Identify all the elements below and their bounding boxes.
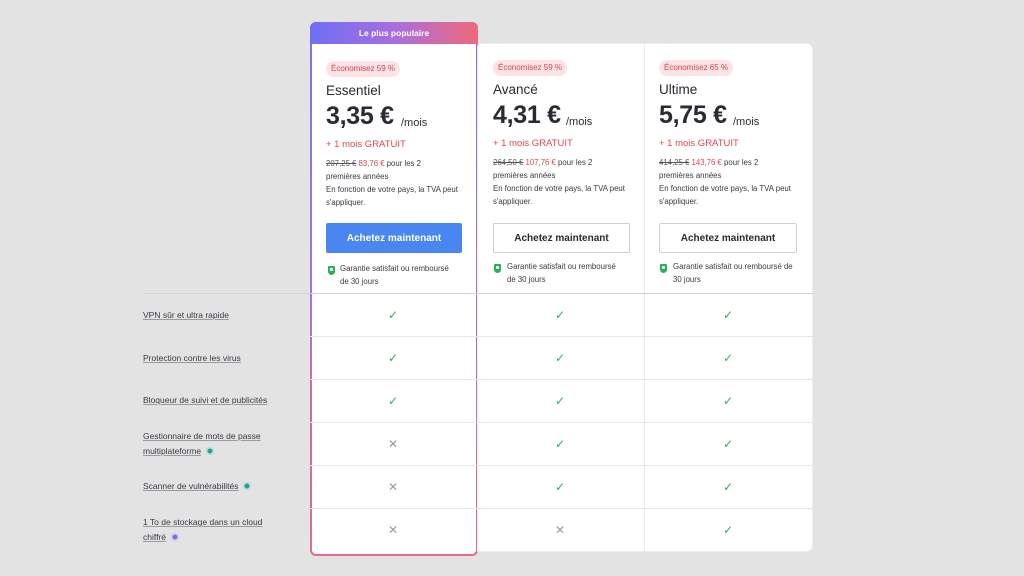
feature-label-antivirus[interactable]: Protection contre les virus <box>143 351 241 366</box>
feature-label-text: Bloqueur de suivi et de publicités <box>143 395 268 405</box>
free-month-offer: + 1 mois GRATUIT <box>326 139 406 150</box>
feature-label-text: 1 To de stockage dans un cloud <box>143 517 263 527</box>
vat-note-2: s'appliquer. <box>326 198 366 207</box>
period-text-2: premières années <box>493 171 556 180</box>
price-details: 264,50 € 107,76 € pour les 2 premières a… <box>493 156 641 208</box>
check-icon: ✓ <box>554 480 566 494</box>
plan-name: Ultime <box>659 82 698 97</box>
feature-label-text: Gestionnaire de mots de passe <box>143 431 261 441</box>
guarantee-text: Garantie satisfait ou remboursé de 30 jo… <box>507 261 642 286</box>
row-divider <box>143 379 813 380</box>
feature-label-text: Scanner de vulnérabilités <box>143 481 239 491</box>
plan-name: Essentiel <box>326 83 381 98</box>
cross-icon: ✕ <box>387 480 399 494</box>
period-text: pour les 2 <box>555 158 593 167</box>
row-divider <box>143 422 813 423</box>
price-details: 207,25 € 83,76 € pour les 2 premières an… <box>326 157 474 209</box>
row-divider <box>143 508 813 509</box>
plan-price: 4,31 € <box>493 101 561 129</box>
check-icon: ✓ <box>722 308 734 322</box>
price-period: /mois <box>566 116 593 128</box>
check-icon: ✓ <box>554 308 566 322</box>
guarantee-line-1: Garantie satisfait ou remboursé <box>340 264 449 273</box>
vat-note: En fonction de votre pays, la TVA peut <box>326 185 458 194</box>
plan-price: 3,35 € <box>326 102 394 130</box>
period-text-2: premières années <box>326 172 389 181</box>
guarantee-text: Garantie satisfait ou remboursé de 30 jo… <box>340 263 475 288</box>
feature-label-tracker-blocker[interactable]: Bloqueur de suivi et de publicités <box>143 393 267 408</box>
pricing-table: Le plus populaire Économisez 59 % Essent… <box>0 0 1024 576</box>
check-icon: ✓ <box>554 351 566 365</box>
old-price: 414,25 € <box>659 158 690 167</box>
feature-label-password-manager[interactable]: Gestionnaire de mots de passe multiplate… <box>143 429 261 459</box>
price-period: /mois <box>401 117 428 129</box>
check-icon: ✓ <box>387 394 399 408</box>
guarantee-line-2: 30 jours <box>673 274 701 284</box>
new-price: 83,76 € <box>358 159 385 168</box>
old-price: 264,50 € <box>493 158 524 167</box>
vat-note: En fonction de votre pays, la TVA peut <box>493 184 625 193</box>
vat-note-2: s'appliquer. <box>659 197 699 206</box>
free-month-offer: + 1 mois GRATUIT <box>493 138 573 149</box>
plan-card-essentiel: Le plus populaire Économisez 59 % Essent… <box>310 22 478 556</box>
vat-note: En fonction de votre pays, la TVA peut <box>659 184 791 193</box>
check-icon: ✓ <box>554 394 566 408</box>
cross-icon: ✕ <box>387 523 399 537</box>
vat-note-2: s'appliquer. <box>493 197 533 206</box>
period-text: pour les 2 <box>384 159 421 168</box>
check-icon: ✓ <box>722 351 734 365</box>
shield-icon <box>328 266 335 275</box>
feature-label-vpn[interactable]: VPN sûr et ultra rapide <box>143 308 229 323</box>
shield-icon <box>660 264 667 273</box>
savings-badge: Économisez 59 % <box>326 61 401 77</box>
savings-badge: Économisez 65 % <box>659 60 734 76</box>
old-price: 207,25 € <box>326 159 357 168</box>
row-divider <box>143 293 813 294</box>
feature-label-text: Protection contre les virus <box>143 353 241 363</box>
check-icon: ✓ <box>554 437 566 451</box>
plan-price: 5,75 € <box>659 101 727 129</box>
period-text-2: premières années <box>659 171 722 180</box>
most-popular-ribbon: Le plus populaire <box>310 22 478 44</box>
shield-icon <box>494 264 501 273</box>
info-icon[interactable] <box>243 481 252 490</box>
info-icon[interactable] <box>171 532 179 541</box>
guarantee-text: Garantie satisfait ou remboursé de 30 jo… <box>673 261 811 286</box>
check-icon: ✓ <box>722 480 734 494</box>
guarantee-line-1: Garantie satisfait ou remboursé <box>507 262 616 271</box>
cross-icon: ✕ <box>387 437 399 451</box>
guarantee-line-2: de 30 jours <box>340 276 379 286</box>
row-divider <box>143 465 813 466</box>
feature-label-text-2: multiplateforme <box>143 446 202 456</box>
new-price: 107,76 € <box>525 158 556 167</box>
plan-card-avance: Économisez 59 % Avancé 4,31 € /mois + 1 … <box>477 43 645 552</box>
savings-badge: Économisez 59 % <box>493 60 568 76</box>
period-text: pour les 2 <box>721 158 759 167</box>
info-icon[interactable] <box>206 446 215 455</box>
plan-card-ultime: Économisez 65 % Ultime 5,75 € /mois + 1 … <box>644 43 813 552</box>
cross-icon: ✕ <box>554 523 566 537</box>
price-details: 414,25 € 143,76 € pour les 2 premières a… <box>659 156 809 208</box>
plan-name: Avancé <box>493 82 538 97</box>
feature-label-text: VPN sûr et ultra rapide <box>143 310 229 320</box>
feature-label-vulnerability-scanner[interactable]: Scanner de vulnérabilités <box>143 479 252 494</box>
buy-now-button[interactable]: Achetez maintenant <box>493 223 630 253</box>
check-icon: ✓ <box>387 351 399 365</box>
feature-label-text-2: chiffré <box>143 532 166 542</box>
feature-label-cloud-storage[interactable]: 1 To de stockage dans un cloud chiffré <box>143 515 262 545</box>
buy-now-button[interactable]: Achetez maintenant <box>326 223 462 253</box>
check-icon: ✓ <box>722 523 734 537</box>
free-month-offer: + 1 mois GRATUIT <box>659 138 739 149</box>
check-icon: ✓ <box>387 308 399 322</box>
buy-now-button[interactable]: Achetez maintenant <box>659 223 797 253</box>
price-period: /mois <box>733 116 760 128</box>
new-price: 143,76 € <box>691 158 722 167</box>
guarantee-line-2: de 30 jours <box>507 274 546 284</box>
row-divider <box>143 336 813 337</box>
check-icon: ✓ <box>722 394 734 408</box>
check-icon: ✓ <box>722 437 734 451</box>
guarantee-line-1: Garantie satisfait ou remboursé de <box>673 262 793 271</box>
